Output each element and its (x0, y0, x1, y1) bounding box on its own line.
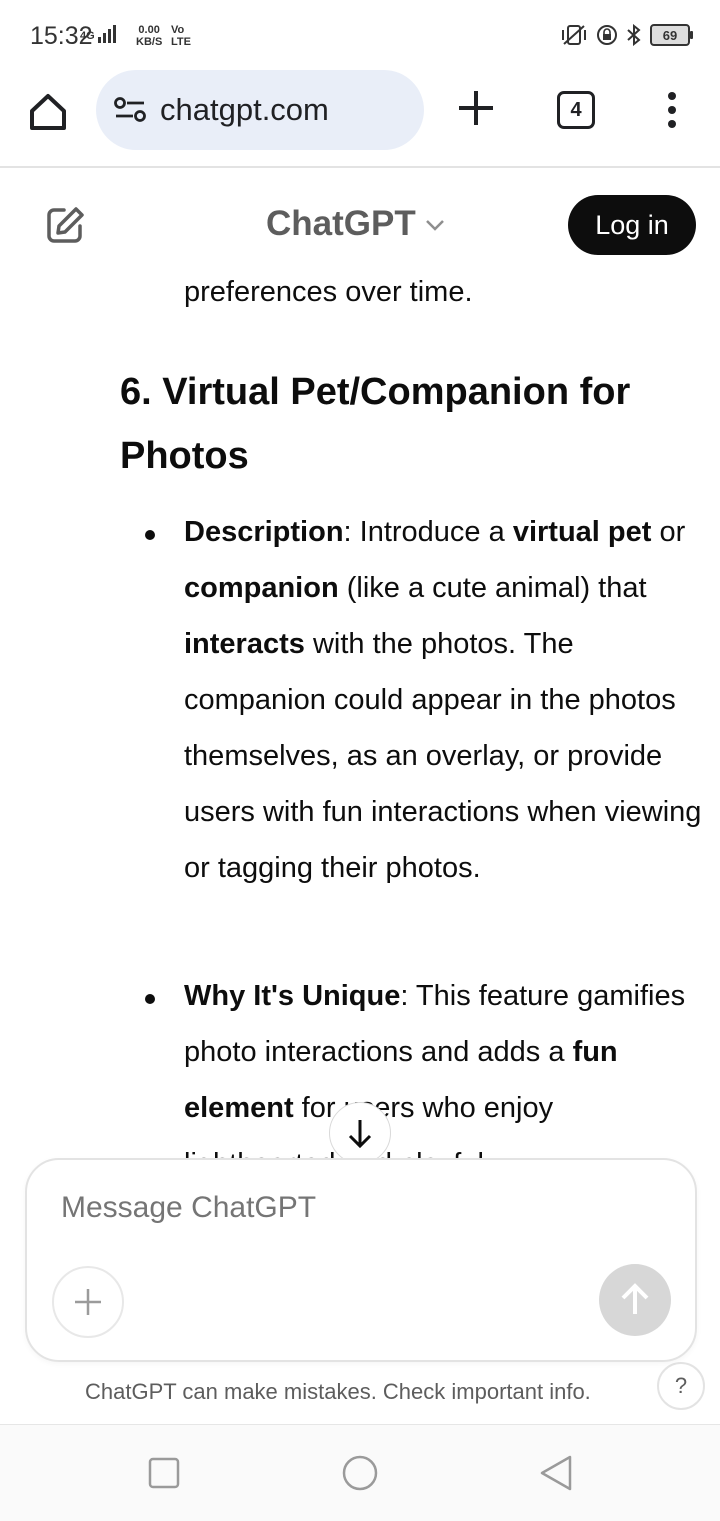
battery-icon: 69 (650, 24, 693, 46)
new-tab-icon[interactable] (456, 88, 496, 128)
attach-button[interactable] (52, 1266, 124, 1338)
recents-icon[interactable] (148, 1457, 180, 1489)
bullet-why-unique: Why It's Unique: This feature gamifies p… (184, 968, 704, 1160)
text-run: : Introduce a (343, 516, 513, 548)
bullet-dot (145, 994, 155, 1004)
send-button[interactable] (599, 1264, 671, 1336)
vibrate-icon (562, 25, 586, 45)
message-input[interactable] (59, 1190, 623, 1226)
net-speed-unit: KB/S (136, 36, 163, 48)
volte-bottom: LTE (171, 36, 191, 48)
volte-top: Vo (171, 24, 185, 36)
bullet-dot (145, 530, 155, 540)
tab-switcher-button[interactable]: 4 (557, 91, 595, 129)
more-vert-icon[interactable] (664, 90, 680, 130)
model-selector[interactable]: ChatGPT (266, 204, 416, 244)
message-content: preferences over time. 6. Virtual Pet/Co… (0, 264, 720, 1160)
back-icon[interactable] (538, 1454, 574, 1492)
status-icons: 69 (560, 24, 693, 46)
network-type: 4G (80, 25, 120, 43)
chat-header: ChatGPT Log in (0, 168, 720, 278)
bold-term: virtual pet (512, 516, 652, 548)
arrow-down-icon (348, 1120, 372, 1149)
login-button[interactable]: Log in (568, 195, 696, 255)
tab-count: 4 (570, 99, 582, 121)
rotation-lock-icon (597, 25, 617, 45)
text-run: or (651, 516, 686, 548)
continued-text: preferences over time. (184, 276, 473, 308)
section-heading: 6. Virtual Pet/Companion for Photos (120, 371, 631, 477)
bluetooth-icon (627, 24, 641, 46)
volte-indicator: Vo LTE (171, 24, 191, 48)
bold-term: companion (184, 572, 339, 604)
bold-term: Why It's Unique (184, 980, 401, 1012)
home-nav-icon[interactable] (341, 1454, 379, 1492)
new-chat-icon[interactable] (44, 204, 86, 246)
text-run: (like a cute animal) that (338, 572, 647, 604)
browser-toolbar: chatgpt.com 4 (0, 70, 720, 168)
chevron-down-icon[interactable] (424, 218, 446, 232)
status-bar: 15:32 4G 0.00 KB/S Vo LTE 69 (0, 0, 720, 70)
signal-icon (97, 25, 116, 43)
system-nav-bar (0, 1424, 720, 1521)
disclaimer-text: ChatGPT can make mistakes. Check importa… (85, 1379, 591, 1404)
plus-icon (75, 1289, 101, 1315)
network-label: 4G (80, 30, 95, 42)
address-bar[interactable]: chatgpt.com (96, 70, 424, 150)
net-speed: 0.00 KB/S (136, 24, 162, 48)
bold-term: interacts (184, 628, 305, 660)
text-run: with the photos. The companion could app… (184, 628, 702, 884)
bold-term: Description (184, 516, 344, 548)
home-icon[interactable] (26, 90, 70, 134)
bullet-description: Description: Introduce a virtual pet or … (184, 504, 704, 896)
help-button[interactable]: ? (657, 1362, 705, 1410)
scroll-to-bottom-button[interactable] (329, 1102, 391, 1164)
site-settings-icon[interactable] (114, 96, 146, 124)
net-speed-value: 0.00 (138, 24, 160, 36)
arrow-up-icon (621, 1283, 649, 1314)
battery-level: 69 (662, 27, 678, 43)
url-text[interactable]: chatgpt.com (160, 92, 329, 128)
message-composer (25, 1158, 697, 1362)
